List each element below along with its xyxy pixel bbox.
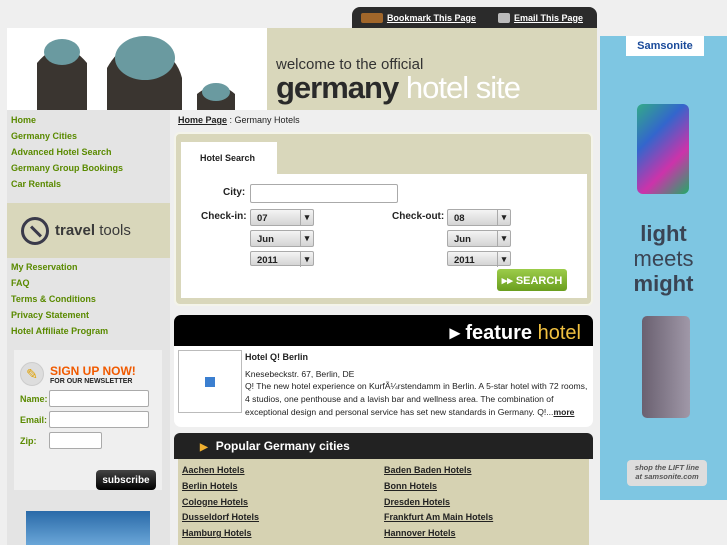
city-link[interactable]: Hannover Hotels [384,527,586,543]
breadcrumb-home[interactable]: Home Page [178,115,227,125]
breadcrumb: Home Page : Germany Hotels [178,115,300,125]
bookmark-link[interactable]: Bookmark This Page [360,12,476,23]
city-link[interactable]: Bonn Hotels [384,480,586,496]
tools-icon [21,216,49,245]
link-affiliate[interactable]: Hotel Affiliate Program [7,323,170,339]
samsonite-logo: Samsonite [626,36,704,56]
search-button[interactable]: ▸▸ SEARCH [497,269,567,291]
site-title: welcome to the official germany hotel si… [267,28,597,110]
city-link[interactable]: Baden Baden Hotels [384,464,586,480]
promo-banner[interactable] [26,511,150,545]
city-input[interactable] [250,184,398,203]
title-bold: germany [276,70,399,105]
slogan-line: light [640,221,687,246]
city-link[interactable]: Dusseldorf Hotels [182,511,384,527]
link-terms[interactable]: Terms & Conditions [7,291,170,307]
name-input[interactable] [49,390,149,407]
city-link[interactable]: Hamburg Hotels [182,527,384,543]
nav-germany-cities[interactable]: Germany Cities [7,128,170,144]
city-link[interactable]: Berlin Hotels [182,480,384,496]
checkin-label: Check-in: [201,211,247,222]
popular-cities-heading: Popular Germany cities [174,433,593,459]
signup-heading: SIGN UP NOW! [50,363,136,378]
hotel-search-panel: Hotel Search City: Check-in: 07 Jun 2011… [174,132,593,306]
search-form: City: Check-in: 07 Jun 2011 Check-out: 0… [181,174,587,298]
city-link[interactable]: Cologne Hotels [182,496,384,512]
link-privacy[interactable]: Privacy Statement [7,307,170,323]
signup-sub: FOR OUR NEWSLETTER [50,377,133,385]
breadcrumb-sep: : [227,115,235,125]
checkout-year-select[interactable]: 2011 [447,251,511,267]
nav-home[interactable]: Home [7,112,170,128]
slogan-line: might [633,271,694,296]
feature-bold: ▸ feature [449,322,533,344]
travel-tools-header: travel tools [7,203,170,258]
ad-slogan: light meets might [600,221,727,296]
email-link[interactable]: Email This Page [497,12,583,23]
tab-hotel-search[interactable]: Hotel Search [181,142,277,175]
email-input[interactable] [49,411,149,428]
hotel-address: Knesebeckstr. 67, Berlin, DE [245,368,355,379]
checkout-month-select[interactable]: Jun [447,230,511,247]
email-label: Email: [20,414,48,425]
hotel-name[interactable]: Hotel Q! Berlin [245,352,308,362]
newsletter-form: ✎ SIGN UP NOW! FOR OUR NEWSLETTER Name: E… [14,350,162,490]
sidebar: Home Germany Cities Advanced Hotel Searc… [7,110,170,545]
zip-input[interactable] [49,432,102,449]
checkout-label: Check-out: [392,211,445,222]
city-list: Aachen Hotels Baden Baden Hotels Berlin … [178,459,589,545]
tt-light: tools [99,222,131,239]
samsonite-ad[interactable]: Samsonite light meets might shop the LIF… [600,36,727,500]
broken-image-icon [205,376,215,387]
bookmark-label: Bookmark This Page [386,12,476,23]
butterfly-suitcase-image [637,104,689,194]
title-light: hotel site [405,70,521,105]
suitcase-image [642,316,690,418]
mail-icon [497,12,510,23]
top-bar: Bookmark This Page Email This Page [352,7,597,28]
cta-line: shop the LIFT line [634,463,700,472]
cta-line: at samsonite.com [635,472,699,481]
slogan-line: meets [633,246,694,271]
city-link[interactable]: Frankfurt Am Main Hotels [384,511,586,527]
zip-label: Zip: [20,435,37,446]
city-link[interactable]: Aachen Hotels [182,464,384,480]
feature-hotel: ▸ feature hotel Hotel Q! Berlin Knesebec… [174,315,593,427]
nav-group-bookings[interactable]: Germany Group Bookings [7,160,170,176]
city-label: City: [223,187,246,198]
checkin-day-select[interactable]: 07 [250,209,314,226]
nav-advanced-search[interactable]: Advanced Hotel Search [7,144,170,160]
tt-bold: travel [55,222,96,239]
pencil-icon: ✎ [20,362,44,386]
cathedral-image [7,28,267,110]
link-my-reservation[interactable]: My Reservation [7,259,170,275]
header: welcome to the official germany hotel si… [7,28,597,110]
book-icon [360,12,383,23]
ad-cta-button[interactable]: shop the LIFT line at samsonite.com [627,460,707,486]
link-faq[interactable]: FAQ [7,275,170,291]
checkin-month-select[interactable]: Jun [250,230,314,247]
city-link[interactable]: Dresden Hotels [384,496,586,512]
nav-car-rentals[interactable]: Car Rentals [7,176,170,192]
checkin-year-select[interactable]: 2011 [250,251,314,267]
name-label: Name: [20,393,48,404]
breadcrumb-current: Germany Hotels [234,115,300,125]
checkout-day-select[interactable]: 08 [447,209,511,226]
more-link[interactable]: more [553,407,574,417]
feature-heading: ▸ feature hotel [174,315,593,346]
hotel-image[interactable] [178,350,242,413]
feature-light: hotel [537,322,581,344]
subscribe-button[interactable]: subscribe [96,470,156,490]
email-label: Email This Page [513,12,583,23]
hotel-description: Q! The new hotel experience on KurfÃ¼rst… [245,381,588,417]
